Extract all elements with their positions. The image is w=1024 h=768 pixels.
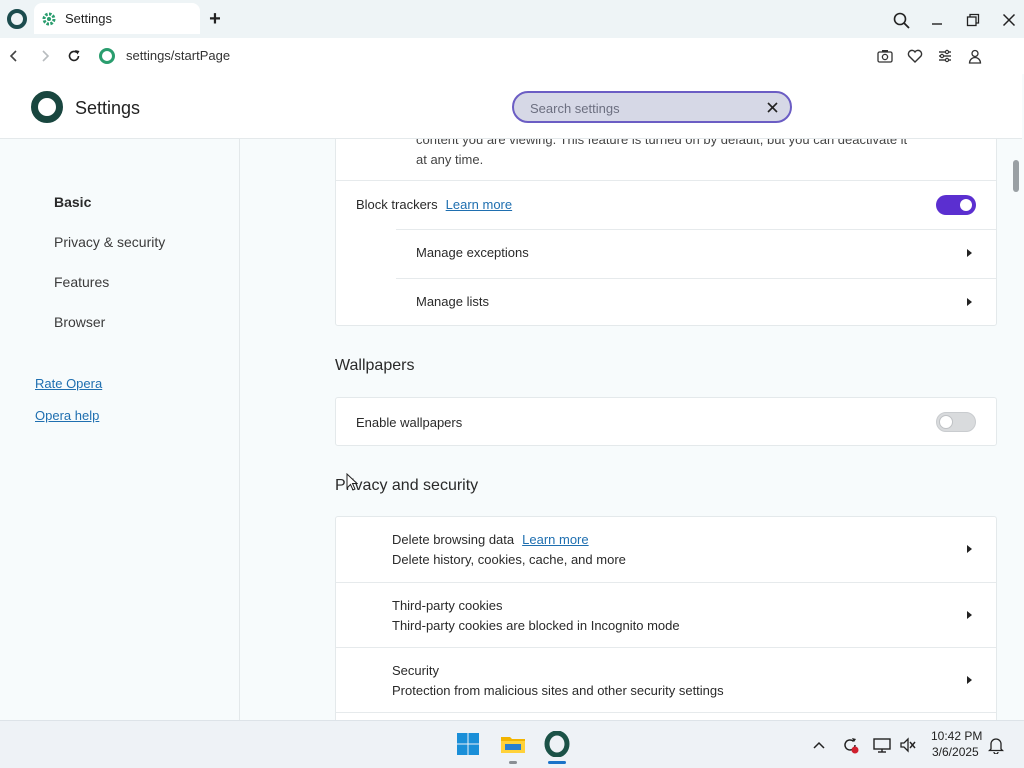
delete-browsing-data-title: Delete browsing data	[392, 532, 515, 547]
opera-site-icon	[99, 48, 115, 64]
back-icon[interactable]	[3, 45, 25, 67]
volume-muted-icon[interactable]	[898, 735, 918, 755]
sidebar-item-privacy-security[interactable]: Privacy & security	[54, 234, 165, 250]
update-icon[interactable]	[840, 735, 860, 755]
manage-lists-label: Manage lists	[416, 294, 489, 309]
tracker-description-line1: content you are viewing. This feature is…	[416, 139, 908, 147]
chevron-up-icon[interactable]	[809, 735, 829, 755]
windows-start-icon[interactable]	[453, 729, 483, 759]
restore-icon[interactable]	[962, 9, 984, 31]
heart-icon[interactable]	[905, 46, 925, 66]
sidebar-item-features[interactable]: Features	[54, 274, 109, 290]
opera-help-link[interactable]: Opera help	[35, 408, 99, 423]
security-row[interactable]: Security Protection from malicious sites…	[336, 647, 996, 712]
arrow-right-icon	[967, 298, 972, 306]
search-input[interactable]	[530, 98, 750, 118]
block-trackers-label: Block trackers Learn more	[356, 197, 512, 212]
url-field[interactable]: settings/startPage	[126, 48, 230, 63]
wallpapers-heading: Wallpapers	[335, 357, 415, 374]
profile-icon[interactable]	[965, 46, 985, 66]
block-trackers-title: Block trackers	[356, 197, 438, 212]
active-indicator	[548, 761, 566, 764]
gear-icon	[40, 10, 58, 28]
next-privacy-row[interactable]	[336, 712, 996, 720]
search-settings-box[interactable]	[512, 91, 792, 123]
reload-icon[interactable]	[63, 45, 85, 67]
privacy-security-card: Delete browsing data Learn more Delete hi…	[335, 516, 997, 720]
tracker-description-line2: at any time.	[416, 152, 484, 167]
forward-icon[interactable]	[34, 45, 56, 67]
divider	[396, 229, 996, 230]
clock-time[interactable]: 10:42 PM	[931, 729, 982, 743]
block-trackers-row: Block trackers Learn more	[336, 180, 996, 229]
windows-taskbar: 10:42 PM 3/6/2025	[0, 720, 1024, 768]
arrow-right-icon	[967, 545, 972, 553]
settings-content: content you are viewing. This feature is…	[241, 139, 1013, 720]
opera-menu-icon[interactable]	[7, 9, 27, 29]
new-tab-button[interactable]: +	[204, 8, 226, 30]
security-subtitle: Protection from malicious sites and othe…	[392, 683, 724, 698]
clock-date[interactable]: 3/6/2025	[932, 745, 979, 759]
divider	[396, 278, 996, 279]
rate-opera-link[interactable]: Rate Opera	[35, 376, 102, 391]
block-trackers-learn-more-link[interactable]: Learn more	[446, 197, 512, 212]
display-icon[interactable]	[872, 735, 892, 755]
opera-logo	[31, 91, 63, 123]
search-tabs-icon[interactable]	[890, 9, 912, 31]
content-scrollbar[interactable]	[1013, 160, 1019, 192]
enable-wallpapers-label: Enable wallpapers	[356, 415, 463, 430]
settings-header: Settings	[0, 74, 1022, 139]
tab-title: Settings	[65, 11, 112, 26]
wallpapers-card: Enable wallpapers	[335, 397, 997, 446]
arrow-right-icon	[967, 676, 972, 684]
tracker-description: content you are viewing. This feature is…	[416, 139, 926, 170]
delete-browsing-data-subtitle: Delete history, cookies, cache, and more	[392, 552, 626, 567]
delete-browsing-data-row[interactable]: Delete browsing data Learn more Delete hi…	[336, 517, 996, 582]
browser-tab-bar: Settings +	[0, 0, 1024, 38]
tracker-settings-card: content you are viewing. This feature is…	[335, 139, 997, 326]
third-party-cookies-subtitle: Third-party cookies are blocked in Incog…	[392, 618, 680, 633]
block-trackers-toggle[interactable]	[936, 195, 976, 215]
manage-exceptions-label: Manage exceptions	[416, 245, 529, 260]
mouse-cursor-icon	[346, 472, 359, 491]
enable-wallpapers-toggle[interactable]	[936, 412, 976, 432]
minimize-icon[interactable]	[926, 9, 948, 31]
close-icon[interactable]	[998, 9, 1020, 31]
security-title: Security	[392, 663, 439, 678]
running-indicator	[509, 761, 517, 764]
arrow-right-icon	[967, 249, 972, 257]
tab-settings[interactable]: Settings	[34, 3, 200, 34]
file-explorer-icon[interactable]	[498, 729, 528, 759]
toggle-knob	[939, 415, 953, 429]
toggle-knob	[960, 199, 972, 211]
sidebar-item-basic[interactable]: Basic	[54, 194, 91, 210]
manage-lists-row[interactable]: Manage lists	[336, 278, 996, 327]
arrow-right-icon	[967, 611, 972, 619]
address-bar: settings/startPage	[0, 38, 1024, 104]
manage-exceptions-row[interactable]: Manage exceptions	[336, 229, 996, 278]
sidebar-item-browser[interactable]: Browser	[54, 314, 105, 330]
third-party-cookies-title: Third-party cookies	[392, 598, 503, 613]
delete-browsing-data-title-line: Delete browsing data Learn more	[392, 532, 589, 547]
delete-browsing-data-learn-more-link[interactable]: Learn more	[522, 532, 588, 547]
clear-search-icon[interactable]	[764, 99, 780, 115]
settings-sidebar: Basic Privacy & security Features Browse…	[0, 139, 240, 720]
page-title: Settings	[75, 98, 141, 118]
third-party-cookies-row[interactable]: Third-party cookies Third-party cookies …	[336, 582, 996, 647]
easy-setup-icon[interactable]	[935, 46, 955, 66]
opera-taskbar-icon[interactable]	[542, 729, 572, 759]
notification-bell-icon[interactable]	[986, 735, 1006, 755]
camera-icon[interactable]	[875, 46, 895, 66]
